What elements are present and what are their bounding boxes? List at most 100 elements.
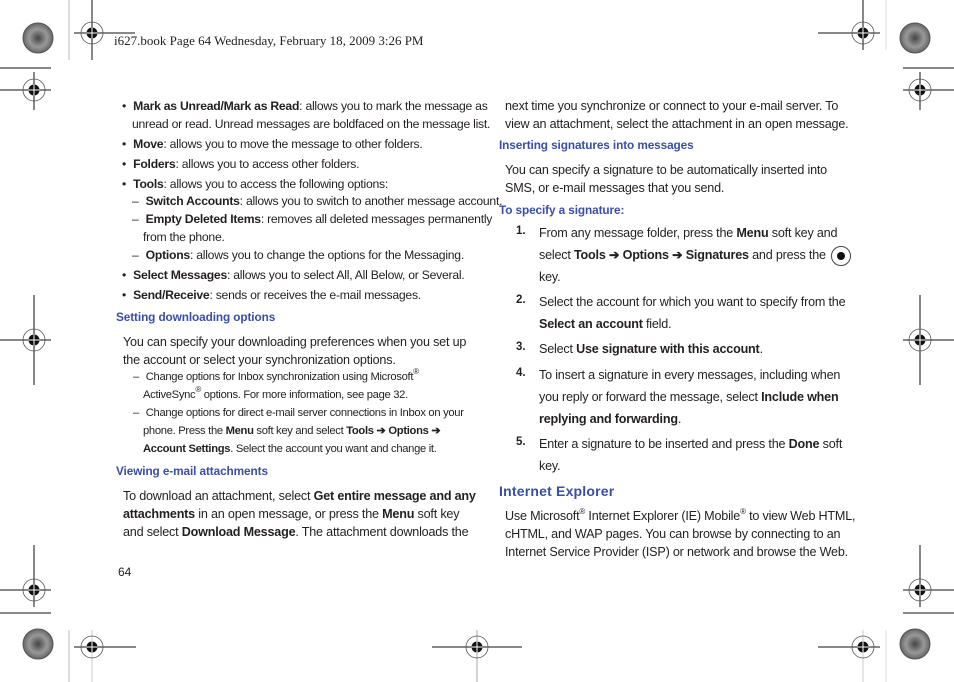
- text: . Select the account you want and change…: [230, 443, 437, 455]
- step-5-line2: key.: [539, 459, 561, 473]
- option-name: replying and forwarding: [539, 412, 678, 426]
- rosette-mark-top-left: [22, 22, 54, 54]
- dash-glyph: –: [132, 248, 139, 262]
- dash-glyph: –: [132, 194, 139, 208]
- rosette-mark-bottom-left: [22, 628, 54, 660]
- text: in an open message, or press the: [195, 507, 383, 521]
- desc: : allows you to select All, All Below, o…: [226, 268, 465, 282]
- text: soft key and select: [253, 425, 347, 437]
- step-4-line2: you reply or forward the message, select…: [539, 386, 839, 408]
- step-number: 4.: [516, 367, 526, 379]
- field-name: Select an account: [539, 317, 643, 331]
- bullet-send-receive: • Send/Receive: sends or receives the e-…: [122, 286, 421, 304]
- text: and press the: [748, 248, 826, 262]
- attachments-line2: attachments in an open message, or press…: [123, 505, 460, 523]
- signatures-para-line1: You can specify a signature to be automa…: [505, 163, 827, 177]
- heading-internet-explorer: Internet Explorer: [499, 483, 615, 499]
- step-number: 2.: [516, 294, 526, 306]
- step-1-line2: select Tools ➔ Options ➔ Signatures and …: [539, 244, 852, 266]
- step-4-line3: replying and forwarding.: [539, 408, 681, 430]
- menu-key: Menu: [225, 425, 254, 437]
- bullet-folders: • Folders: allows you to access other fo…: [122, 155, 360, 173]
- ie-line2: cHTML, and WAP pages. You can browse by …: [505, 527, 841, 541]
- crosshair-mark: [0, 295, 51, 385]
- text: .: [759, 342, 764, 356]
- crosshair-mark: [903, 67, 954, 110]
- registered-mark: ®: [413, 367, 419, 376]
- step-3-line1: Select Use signature with this account.: [539, 338, 763, 360]
- text: To download an attachment, select: [123, 489, 314, 503]
- downloading-para-line2: the account or select your synchronizati…: [123, 353, 396, 367]
- step-4-line1: To insert a signature in every messages,…: [539, 368, 841, 382]
- running-head: i627.book Page 64 Wednesday, February 18…: [114, 33, 424, 48]
- desc: : allows you to access the following opt…: [163, 177, 389, 191]
- text: From any message folder, press the: [539, 226, 737, 240]
- term: Mark as Unread/Mark as Read: [133, 99, 300, 113]
- downloading-para-line1: You can specify your downloading prefere…: [123, 335, 467, 349]
- step-1-line1: From any message folder, press the Menu …: [539, 222, 837, 244]
- text: soft: [819, 437, 843, 451]
- signature-steps-list: 1. From any message folder, press the Me…: [516, 222, 856, 482]
- text: soft key and: [768, 226, 838, 240]
- dash-glyph: –: [132, 212, 139, 226]
- menu-key: Menu: [736, 226, 769, 240]
- attachments-line1: To download an attachment, select Get en…: [123, 487, 476, 505]
- term: Switch Accounts: [145, 194, 240, 208]
- continued-line2: view an attachment, select the attachmen…: [505, 117, 849, 131]
- step-number: 3.: [516, 341, 526, 353]
- dash-glyph: –: [133, 407, 139, 419]
- softkey-name: Done: [788, 437, 820, 451]
- step-1-line3: key.: [539, 270, 561, 284]
- bullet-mark-unread-cont: unread or read. Unread messages are bold…: [132, 117, 491, 131]
- menu-path: Tools ➔ Options ➔ Signatures: [574, 248, 749, 262]
- downloading-sub2-line3: Account Settings. Select the account you…: [143, 440, 437, 458]
- crosshair-mark: [432, 630, 522, 682]
- menu-path: Tools ➔ Options ➔: [346, 425, 441, 437]
- desc: : allows you to mark the message as: [299, 99, 488, 113]
- text: Enter a signature to be inserted and pre…: [539, 437, 789, 451]
- bullet-glyph: •: [122, 99, 127, 113]
- text: to view Web HTML,: [745, 509, 856, 523]
- text: you reply or forward the message, select: [539, 390, 762, 404]
- text: Select: [539, 342, 577, 356]
- bullet-glyph: •: [122, 137, 127, 151]
- crosshair-mark: [818, 630, 880, 682]
- step-5-line1: Enter a signature to be inserted and pre…: [539, 433, 842, 455]
- text: .: [677, 412, 682, 426]
- term: Move: [133, 137, 164, 151]
- dash-glyph: –: [133, 371, 139, 383]
- subheading-to-specify-signature: To specify a signature:: [499, 203, 625, 217]
- subitem-switch-accounts: – Switch Accounts: allows you to switch …: [132, 192, 502, 210]
- crosshair-mark: [74, 0, 135, 60]
- term: Send/Receive: [133, 288, 210, 302]
- subitem-options: – Options: allows you to change the opti…: [132, 246, 464, 264]
- text: phone. Press the: [143, 425, 226, 437]
- term: Folders: [133, 157, 176, 171]
- crosshair-mark: [818, 0, 880, 50]
- menu-key: Menu: [382, 507, 415, 521]
- attachments-line3: and select Download Message. The attachm…: [123, 523, 469, 541]
- desc: : allows you to change the options for t…: [189, 248, 464, 262]
- text: . The attachment downloads the: [295, 525, 469, 539]
- text: field.: [642, 317, 672, 331]
- step-2-line1: Select the account for which you want to…: [539, 295, 846, 309]
- crosshair-mark: [74, 630, 136, 682]
- center-select-key-icon: [831, 245, 852, 266]
- step-number: 5.: [516, 436, 526, 448]
- crosshair-mark: [0, 67, 51, 110]
- bullet-glyph: •: [122, 288, 127, 302]
- emphasis: attachments: [123, 507, 195, 521]
- rosette-mark-bottom-right: [899, 628, 931, 660]
- desc: : sends or receives the e-mail messages.: [209, 288, 421, 302]
- desc: : allows you to access other folders.: [175, 157, 360, 171]
- page-number: 64: [118, 565, 132, 579]
- downloading-sub1-line1: – Change options for Inbox synchronizati…: [133, 368, 419, 386]
- bullet-glyph: •: [122, 268, 127, 282]
- crosshair-mark: [0, 545, 51, 614]
- option-name: Use signature with this account: [576, 342, 760, 356]
- downloading-sub2-line2: phone. Press the Menu soft key and selec…: [143, 422, 441, 440]
- text: select: [539, 248, 574, 262]
- bullet-glyph: •: [122, 157, 127, 171]
- term: Empty Deleted Items: [145, 212, 261, 226]
- text: Internet Explorer (IE) Mobile: [585, 509, 741, 523]
